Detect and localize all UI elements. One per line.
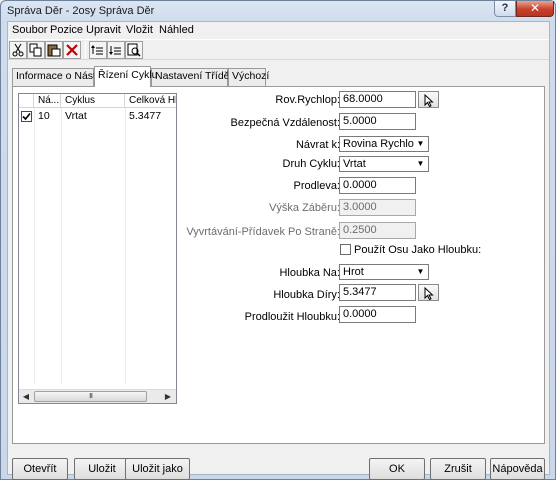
chevron-down-icon[interactable]: ▼ (414, 158, 427, 170)
cycle-control-panel: Ná... Cyklus Celková Hlou 10 Vrtat 5.347… (12, 86, 545, 444)
paste-button[interactable] (45, 41, 63, 59)
hloubka-diry-input[interactable]: 5.3477 (339, 284, 416, 301)
cut-button[interactable] (9, 41, 27, 59)
ok-button[interactable]: OK (369, 458, 425, 480)
chevron-down-icon[interactable]: ▼ (414, 266, 427, 278)
tab-nastaveni-trideni[interactable]: Nastavení Třídění (151, 68, 238, 86)
bezpecna-vzdalenost-label: Bezpečná Vzdálenost: (230, 117, 340, 129)
column-tool[interactable]: Ná... (34, 94, 61, 108)
pick-rov-rychlop-button[interactable] (418, 91, 439, 108)
grid-line (125, 108, 126, 384)
druh-cyklu-select[interactable]: Vrtat ▼ (339, 156, 429, 172)
menu-pozice[interactable]: Pozice (50, 24, 83, 36)
prodlouzit-hloubku-input[interactable]: 0.0000 (339, 306, 416, 323)
row-tool-number: 10 (38, 110, 50, 122)
menu-soubor[interactable]: Soubor (12, 24, 47, 36)
toolbar-separator (85, 42, 86, 58)
prodleva-input[interactable]: 0.0000 (339, 177, 416, 194)
rov-rychlop-input[interactable]: 68.0000 (339, 91, 416, 108)
row-checkbox[interactable] (21, 111, 32, 122)
scroll-left-icon[interactable]: ◀ (19, 391, 33, 403)
pouzit-osu-label[interactable]: Použít Osu Jako Hloubku: (354, 244, 481, 256)
hloubka-diry-label: Hloubka Díry: (273, 289, 340, 301)
tab-informace-o-nastroji[interactable]: Informace o Nástroji (12, 68, 110, 86)
move-down-icon (109, 46, 121, 55)
delete-button[interactable] (63, 41, 81, 59)
vyvrtavani-pridavek-label: Vyvrtávání-Přídavek Po Straně: (186, 226, 340, 238)
column-cycle[interactable]: Cyklus (61, 94, 125, 108)
checkmark-icon (22, 112, 31, 121)
open-button[interactable]: Otevřít (12, 458, 68, 480)
cancel-button[interactable]: Zrušit (430, 458, 486, 480)
move-up-icon (91, 45, 103, 55)
vyska-zaberu-input: 3.0000 (339, 199, 416, 216)
chevron-down-icon[interactable]: ▼ (414, 138, 427, 150)
help-title-button[interactable]: ? (494, 1, 516, 17)
window-title: Správa Děr - 2osy Správa Děr (7, 5, 155, 17)
scroll-thumb[interactable]: III (34, 391, 147, 402)
prodlouzit-hloubku-label: Prodloužit Hloubku: (244, 311, 340, 323)
preview-button[interactable] (125, 41, 143, 59)
scissors-icon (12, 43, 24, 57)
druh-cyklu-value: Vrtat (343, 158, 366, 170)
menu-vlozit[interactable]: Vložit (126, 24, 153, 36)
close-button[interactable]: ✕ (516, 1, 554, 17)
pouzit-osu-checkbox[interactable] (340, 244, 351, 255)
scroll-right-icon[interactable]: ▶ (161, 391, 175, 403)
save-button[interactable]: Uložit (74, 458, 130, 480)
save-as-button[interactable]: Uložit jako (125, 458, 190, 480)
toolbar (8, 39, 549, 60)
druh-cyklu-label: Druh Cyklu: (282, 158, 340, 170)
prodleva-label: Prodleva: (293, 180, 340, 192)
vyvrtavani-pridavek-input: 0.2500 (339, 222, 416, 239)
grid-line (61, 108, 62, 384)
tab-rizeni-cyklu[interactable]: Řízení Cyklu (94, 66, 158, 87)
dialog-window: Správa Děr - 2osy Správa Děr ? ✕ Soubor … (0, 0, 556, 480)
vyska-zaberu-label: Výška Záběru: (269, 202, 340, 214)
navrat-k-select[interactable]: Rovina Rychlop. ▼ (339, 136, 429, 152)
help-button[interactable]: Nápověda (490, 458, 545, 480)
menu-bar: Soubor Pozice Upravit Vložit Náhled (8, 22, 549, 38)
copy-button[interactable] (27, 41, 45, 59)
tab-vychozi[interactable]: Výchozí (228, 68, 269, 86)
move-up-button[interactable] (89, 41, 107, 59)
menu-upravit[interactable]: Upravit (86, 24, 121, 36)
copy-icon (29, 43, 42, 57)
cursor-icon (424, 287, 434, 300)
dialog-client: Soubor Pozice Upravit Vložit Náhled Info… (7, 21, 550, 480)
hloubka-na-value: Hrot (343, 266, 364, 278)
bezpecna-vzdalenost-input[interactable]: 5.0000 (339, 113, 416, 130)
hloubka-na-select[interactable]: Hrot ▼ (339, 264, 429, 280)
navrat-k-value: Rovina Rychlop. (343, 138, 424, 150)
navrat-k-label: Návrat k: (295, 139, 340, 151)
title-bar[interactable]: Správa Děr - 2osy Správa Děr ? ✕ (1, 1, 555, 21)
rov-rychlop-label: Rov.Rychlop: (275, 94, 340, 106)
hloubka-na-label: Hloubka Na: (279, 267, 340, 279)
pick-hloubka-diry-button[interactable] (418, 284, 439, 301)
column-check[interactable] (19, 94, 34, 108)
delete-icon (66, 44, 78, 56)
paste-icon (47, 44, 61, 57)
preview-icon (127, 43, 141, 57)
cursor-icon (424, 94, 434, 107)
horizontal-scrollbar[interactable]: ◀ III ▶ (19, 389, 176, 403)
row-cycle: Vrtat (65, 110, 87, 122)
menu-nahled[interactable]: Náhled (159, 24, 194, 36)
move-down-button[interactable] (107, 41, 125, 59)
grid-line (34, 108, 35, 384)
